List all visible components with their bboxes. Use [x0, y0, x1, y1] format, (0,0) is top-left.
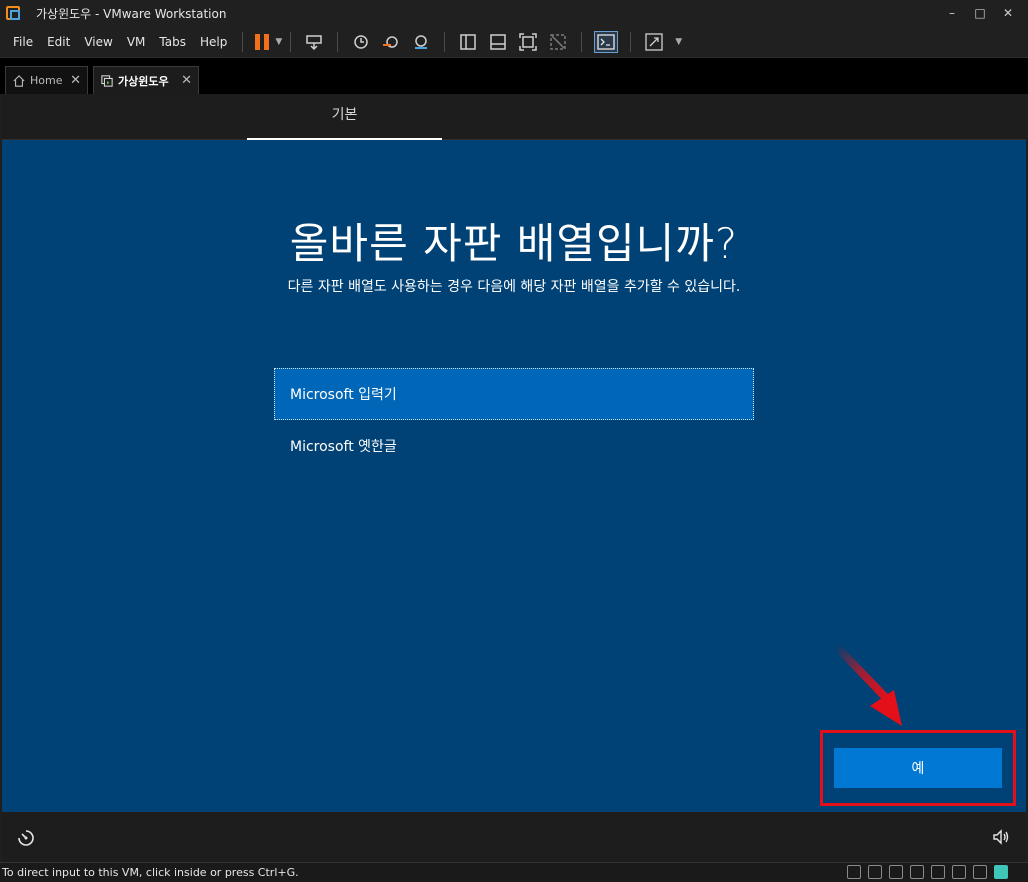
- pause-icon[interactable]: [255, 33, 270, 50]
- printer-icon[interactable]: [910, 865, 924, 879]
- close-icon[interactable]: ✕: [70, 73, 81, 88]
- page-subtitle: 다른 자판 배열도 사용하는 경우 다음에 해당 자판 배열을 추가할 수 있습…: [287, 279, 741, 295]
- toolbar-separator: [444, 31, 446, 52]
- page-title: 올바른 자판 배열입니까?: [289, 219, 739, 268]
- minimize-button[interactable]: –: [938, 6, 966, 20]
- chevron-down-icon[interactable]: ▼: [675, 37, 682, 47]
- menu-vm[interactable]: VM: [120, 35, 153, 49]
- hard-disk-icon[interactable]: [847, 865, 861, 879]
- ease-of-access-icon[interactable]: [16, 828, 36, 848]
- yes-button[interactable]: 예: [834, 748, 1002, 788]
- tab-vm[interactable]: 가상윈도우 ✕: [93, 66, 199, 94]
- vm-footer: [2, 812, 1026, 862]
- status-text: To direct input to this VM, click inside…: [2, 866, 299, 879]
- display-icon[interactable]: [973, 865, 987, 879]
- toolbar-separator: [290, 31, 292, 52]
- toolbar-separator: [630, 31, 632, 52]
- home-icon: [12, 74, 26, 88]
- sound-card-icon[interactable]: [952, 865, 966, 879]
- menu-tabs[interactable]: Tabs: [152, 35, 193, 49]
- device-status-icons: [840, 865, 1008, 879]
- toolbar-separator: [242, 31, 244, 52]
- toolbar-separator: [337, 31, 339, 52]
- vm-screen[interactable]: 올바른 자판 배열입니까? 다른 자판 배열도 사용하는 경우 다음에 해당 자…: [2, 140, 1026, 812]
- menu-view[interactable]: View: [77, 35, 119, 49]
- arrow-annotation-icon: [832, 642, 902, 726]
- maximize-button[interactable]: □: [966, 6, 994, 20]
- menu-help[interactable]: Help: [193, 35, 234, 49]
- thumbnail-view-icon[interactable]: [489, 33, 507, 51]
- revert-snapshot-icon[interactable]: [382, 33, 400, 51]
- vmware-logo-icon: [6, 6, 20, 20]
- list-item[interactable]: Microsoft 옛한글: [274, 420, 754, 472]
- menu-file[interactable]: File: [6, 35, 40, 49]
- library-view-icon[interactable]: [459, 33, 477, 51]
- close-button[interactable]: ✕: [994, 6, 1022, 20]
- window-title: 가상윈도우 - VMware Workstation: [36, 6, 227, 21]
- status-bar: To direct input to this VM, click inside…: [0, 862, 1028, 882]
- tab-basic[interactable]: 기본: [247, 94, 442, 140]
- tab-home[interactable]: Home ✕: [5, 66, 88, 94]
- list-item[interactable]: Microsoft 입력기: [274, 368, 754, 420]
- tab-vm-label: 가상윈도우: [118, 74, 169, 88]
- toolbar: File Edit View VM Tabs Help ▼ ▼: [0, 26, 1028, 58]
- toolbar-separator: [581, 31, 583, 52]
- volume-icon[interactable]: [992, 828, 1010, 846]
- chevron-down-icon[interactable]: ▼: [275, 37, 282, 47]
- keyboard-layout-list: Microsoft 입력기 Microsoft 옛한글: [274, 368, 754, 472]
- snapshot-manager-icon[interactable]: [412, 33, 430, 51]
- menu-edit[interactable]: Edit: [40, 35, 77, 49]
- vm-icon: [100, 74, 114, 88]
- tab-home-label: Home: [30, 74, 63, 87]
- snapshot-icon[interactable]: [352, 33, 370, 51]
- vm-header: 기본: [2, 94, 1026, 140]
- close-icon[interactable]: ✕: [181, 73, 192, 88]
- window-controls: – □ ✕: [938, 0, 1022, 26]
- notes-icon[interactable]: [994, 865, 1008, 879]
- cd-rom-icon[interactable]: [868, 865, 882, 879]
- stretch-icon[interactable]: [645, 32, 663, 51]
- send-ctrl-alt-del-icon[interactable]: [305, 33, 323, 51]
- network-icon[interactable]: [889, 865, 903, 879]
- unity-icon[interactable]: [549, 33, 567, 51]
- usb-icon[interactable]: [931, 865, 945, 879]
- title-bar: 가상윈도우 - VMware Workstation – □ ✕: [0, 0, 1028, 26]
- full-screen-icon[interactable]: [519, 32, 537, 51]
- console-view-icon[interactable]: [594, 30, 619, 53]
- tab-strip: Home ✕ 가상윈도우 ✕: [0, 58, 1028, 94]
